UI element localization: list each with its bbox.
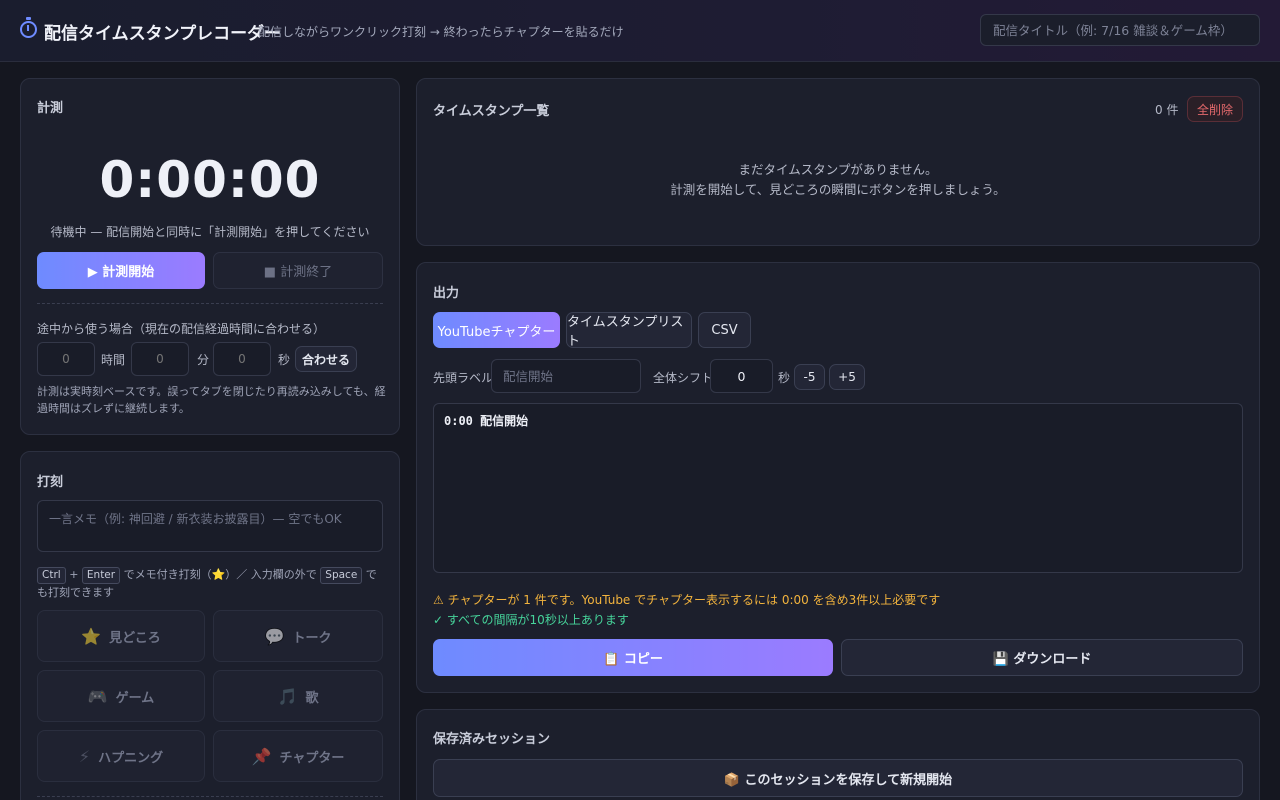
stamp-button-happening[interactable]: ⚡ ハプニング <box>37 730 205 782</box>
chapter-warning: ⚠ チャプターが 1 件です。YouTube でチャプター表示するには 0:00… <box>433 593 941 607</box>
empty-line-1: まだタイムスタンプがありません。 <box>738 162 938 177</box>
output-panel: 出力 YouTubeチャプター タイムスタンプリスト CSV 先頭ラベル: 全体… <box>416 262 1260 693</box>
hint-mid: でメモ付き打刻（⭐）／ 入力欄の外で <box>123 568 317 581</box>
timestamp-list-panel: タイムスタンプ一覧 0 件 全削除 まだタイムスタンプがありません。 計測を開始… <box>416 78 1260 246</box>
hint-plus: + <box>69 568 79 581</box>
shift-minus-button[interactable]: -5 <box>794 364 825 390</box>
saved-sessions-panel: 保存済みセッション 📦 このセッションを保存して新規開始 <box>416 709 1260 800</box>
stamp-button-talk[interactable]: 💬 トーク <box>213 610 383 662</box>
stamp-label: チャプター <box>279 750 345 766</box>
stamp-label: ゲーム <box>115 690 155 706</box>
shift-label: 全体シフト: <box>653 371 718 385</box>
head-label-input[interactable] <box>491 359 641 393</box>
output-textarea[interactable] <box>433 403 1243 573</box>
output-title: 出力 <box>433 286 460 301</box>
apply-offset-button[interactable]: 合わせる <box>295 346 357 372</box>
save-session-button[interactable]: 📦 このセッションを保存して新規開始 <box>433 759 1243 797</box>
stamp-label: トーク <box>292 630 332 646</box>
kbd-ctrl: Ctrl <box>37 567 66 584</box>
stamp-label: 歌 <box>305 690 319 706</box>
hours-input[interactable] <box>37 342 95 376</box>
shift-plus-button[interactable]: +5 <box>829 364 865 390</box>
shift-input[interactable] <box>710 359 773 393</box>
divider <box>37 303 383 304</box>
stamp-label: 見どころ <box>109 630 161 646</box>
start-timer-button[interactable]: ▶ 計測開始 <box>37 252 205 289</box>
tab-csv[interactable]: CSV <box>698 312 751 348</box>
sessions-title: 保存済みセッション <box>433 732 551 747</box>
lightning-icon: ⚡ <box>78 746 91 766</box>
empty-line-2: 計測を開始して、見どころの瞬間にボタンを押しましょう。 <box>670 182 1006 197</box>
stamp-button-game[interactable]: 🎮 ゲーム <box>37 670 205 722</box>
pushpin-icon: 📌 <box>251 746 272 766</box>
stamp-button-chapter[interactable]: 📌 チャプター <box>213 730 383 782</box>
kbd-enter: Enter <box>81 567 121 584</box>
music-note-icon: 🎵 <box>277 686 298 706</box>
kbd-space: Space <box>320 567 363 584</box>
sync-label: 途中から使う場合（現在の配信経過時間に合わせる） <box>37 322 326 336</box>
download-button[interactable]: 💾 ダウンロード <box>841 639 1243 676</box>
tab-timestamp-list[interactable]: タイムスタンプリスト <box>566 312 692 349</box>
app-header: 配信タイムスタンプレコーダー 配信しながらワンクリック打刻 → 終わったらチャプ… <box>0 0 1280 62</box>
stamp-button-song[interactable]: 🎵 歌 <box>213 670 383 722</box>
app-subtitle: 配信しながらワンクリック打刻 → 終わったらチャプターを貼るだけ <box>258 25 624 39</box>
interval-ok: ✓ すべての間隔が10秒以上あります <box>433 613 629 627</box>
star-icon: ⭐ <box>81 626 102 646</box>
timestamp-count: 0 件 <box>1155 103 1179 117</box>
stamp-label: ハプニング <box>98 750 164 766</box>
timer-note: 計測は実時刻ベースです。誤ってタブを閉じたり再読み込みしても、経過時間はズレずに… <box>37 385 386 415</box>
stream-title-input[interactable] <box>980 14 1260 46</box>
timer-status: 待機中 — 配信開始と同時に「計測開始」を押してください <box>50 225 370 239</box>
seconds-input[interactable] <box>213 342 271 376</box>
speech-bubble-icon: 💬 <box>264 626 285 646</box>
stamp-title: 打刻 <box>37 475 64 490</box>
gamepad-icon: 🎮 <box>87 686 108 706</box>
stamp-button-highlight[interactable]: ⭐ 見どころ <box>37 610 205 662</box>
tab-youtube-chapters[interactable]: YouTubeチャプター <box>433 312 560 348</box>
list-title: タイムスタンプ一覧 <box>433 104 550 119</box>
minutes-unit: 分 <box>197 353 210 367</box>
copy-button[interactable]: 📋 コピー <box>433 639 833 676</box>
seconds-unit: 秒 <box>278 353 291 367</box>
divider <box>37 796 383 797</box>
stop-timer-button[interactable]: ■ 計測終了 <box>213 252 383 289</box>
measure-title: 計測 <box>37 101 64 116</box>
stopwatch-icon <box>20 17 37 38</box>
elapsed-timer: 0:00:00 <box>99 151 321 209</box>
app-title: 配信タイムスタンプレコーダー <box>44 24 282 44</box>
shortcut-hint: Ctrl + Enter でメモ付き打刻（⭐）／ 入力欄の外で Space でも… <box>37 566 387 602</box>
head-label: 先頭ラベル: <box>433 371 498 385</box>
clear-all-button[interactable]: 全削除 <box>1187 96 1243 122</box>
minutes-input[interactable] <box>131 342 189 376</box>
shift-unit: 秒 <box>778 371 791 385</box>
memo-input[interactable] <box>37 500 383 552</box>
hours-unit: 時間 <box>101 353 126 367</box>
measure-panel: 計測 0:00:00 待機中 — 配信開始と同時に「計測開始」を押してください … <box>20 78 400 435</box>
stamp-panel: 打刻 Ctrl + Enter でメモ付き打刻（⭐）／ 入力欄の外で Space… <box>20 451 400 800</box>
empty-message: まだタイムスタンプがありません。 計測を開始して、見どころの瞬間にボタンを押しま… <box>417 160 1259 200</box>
